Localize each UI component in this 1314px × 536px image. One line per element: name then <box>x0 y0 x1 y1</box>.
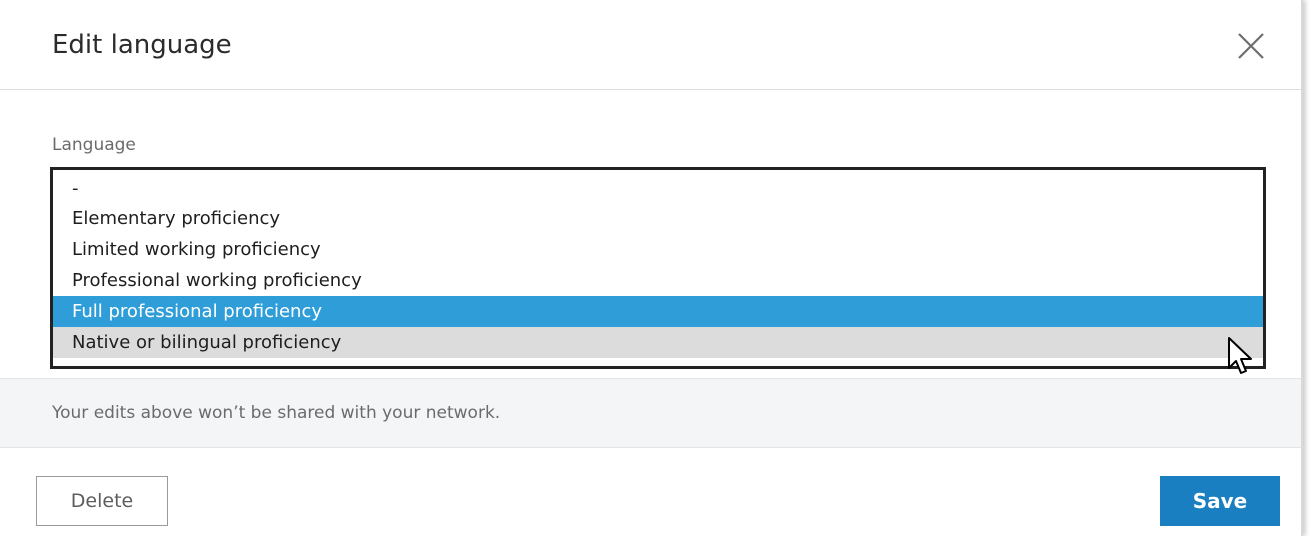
dialog-title: Edit language <box>52 30 232 60</box>
edit-language-dialog: Edit language Language - Elementary prof… <box>0 0 1303 536</box>
option-professional-working[interactable]: Professional working proficiency <box>53 265 1263 296</box>
privacy-notice-text: Your edits above won’t be shared with yo… <box>52 403 501 423</box>
dialog-header: Edit language <box>0 0 1301 90</box>
save-button[interactable]: Save <box>1160 476 1280 526</box>
close-button[interactable] <box>1231 26 1271 66</box>
option-full-professional[interactable]: Full professional proficiency <box>53 296 1263 327</box>
option-limited-working[interactable]: Limited working proficiency <box>53 234 1263 265</box>
proficiency-listbox[interactable]: - Elementary proficiency Limited working… <box>50 167 1266 369</box>
option-none[interactable]: - <box>53 174 1263 203</box>
privacy-notice-bar: Your edits above won’t be shared with yo… <box>0 378 1301 448</box>
option-native-bilingual[interactable]: Native or bilingual proficiency <box>53 327 1263 358</box>
close-icon <box>1238 33 1264 59</box>
delete-button[interactable]: Delete <box>36 476 168 526</box>
option-elementary[interactable]: Elementary proficiency <box>53 203 1263 234</box>
language-field-label: Language <box>52 135 136 155</box>
